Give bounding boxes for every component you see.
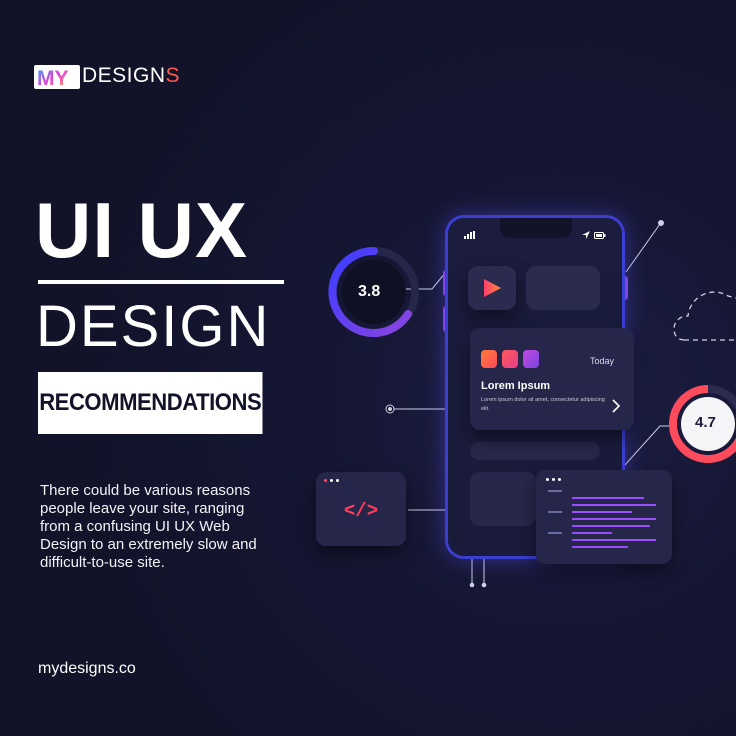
window-dots [324, 479, 339, 482]
brand-mark: MY [34, 65, 80, 90]
phone-notch [500, 218, 572, 238]
swatch-orange [481, 350, 497, 368]
rating-value-left: 3.8 [358, 283, 381, 300]
brand-mark-icon: MY [34, 65, 80, 90]
headline-line2: DESIGN [36, 294, 271, 359]
code-icon: </> [343, 500, 379, 522]
svg-text:MY: MY [37, 67, 69, 89]
description: There could be various reasons people le… [40, 482, 257, 571]
placeholder-tile [526, 266, 600, 310]
cloud-icon [673, 291, 736, 341]
card-body: Lorem ipsum dolor sit amet, consectetur … [481, 397, 605, 412]
play-icon [484, 279, 501, 297]
code-editor-card [536, 470, 672, 564]
phone-side-button [622, 276, 628, 300]
signal-icon [464, 231, 475, 239]
website-link[interactable]: mydesigns.co [38, 660, 136, 678]
color-swatches [481, 350, 539, 368]
rating-value-right: 4.7 [695, 414, 716, 431]
chevron-right-icon[interactable] [611, 399, 621, 413]
brand-logo: MY DESIGNS [34, 64, 181, 90]
card-date: Today [590, 356, 615, 366]
headline-tag: RECOMMENDATIONS [38, 372, 263, 434]
headline-tag-text: RECOMMENDATIONS [39, 389, 262, 416]
headline-divider [38, 280, 284, 284]
placeholder-bar [470, 442, 600, 460]
location-icon [582, 231, 590, 239]
swatch-red [502, 350, 518, 368]
card-title: Lorem Ipsum [481, 380, 551, 392]
swatch-purple [523, 350, 539, 368]
headline-line1: UI UX [35, 186, 249, 274]
placeholder-block [470, 472, 536, 526]
code-lines [548, 490, 656, 548]
info-card[interactable]: Today Lorem Ipsum Lorem ipsum dolor sit … [470, 328, 634, 430]
battery-icon [594, 232, 606, 239]
code-window: </> [316, 472, 406, 546]
brand-name: DESIGNS [82, 64, 181, 87]
video-tile[interactable] [468, 266, 516, 310]
